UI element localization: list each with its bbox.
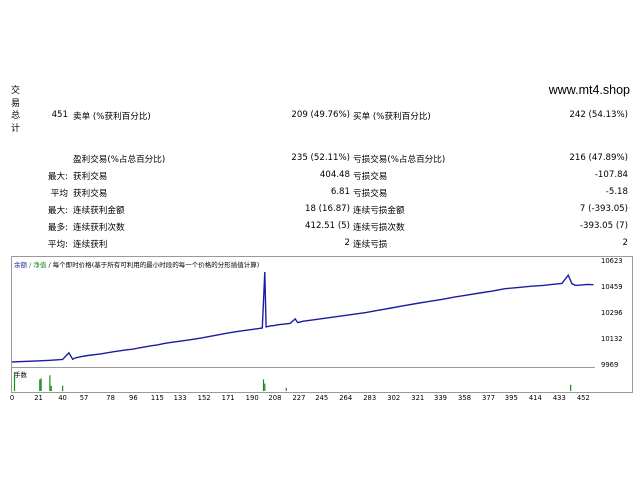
y-tick-label: 9969 xyxy=(601,361,619,369)
volume-bar xyxy=(49,375,51,392)
volume-bar xyxy=(50,385,52,392)
volume-bar xyxy=(39,379,41,391)
x-tick-label: 171 xyxy=(221,394,235,402)
x-tick-label: 264 xyxy=(339,394,353,402)
y-tick-label: 10623 xyxy=(601,257,623,265)
x-tick-label: 78 xyxy=(106,394,115,402)
x-tick-label: 358 xyxy=(458,394,472,402)
x-tick-label: 0 xyxy=(9,394,15,402)
x-tick-label: 339 xyxy=(434,394,448,402)
chart-plot xyxy=(11,271,594,392)
x-tick-label: 40 xyxy=(58,394,67,402)
x-tick-label: 414 xyxy=(528,394,542,402)
balance-line xyxy=(11,271,594,363)
volume-bar xyxy=(262,379,265,391)
volume-bar xyxy=(40,378,42,391)
y-tick-label: 10132 xyxy=(601,335,623,344)
x-tick-label: 227 xyxy=(292,394,306,402)
x-tick-label: 96 xyxy=(129,394,138,402)
x-tick-label: 377 xyxy=(482,394,496,402)
x-tick-label: 452 xyxy=(576,394,590,402)
x-tick-label: 321 xyxy=(411,394,425,402)
x-tick-label: 115 xyxy=(150,394,164,402)
y-tick-label: 10296 xyxy=(601,309,623,317)
x-tick-label: 133 xyxy=(173,394,187,402)
x-tick-label: 208 xyxy=(268,394,282,402)
x-tick-label: 433 xyxy=(552,394,566,402)
volume-bar xyxy=(62,385,64,392)
x-tick-label: 395 xyxy=(504,394,518,402)
x-tick-label: 283 xyxy=(363,394,377,402)
x-tick-label: 57 xyxy=(79,394,89,402)
y-tick-label: 10459 xyxy=(601,283,623,292)
x-tick-label: 190 xyxy=(245,394,259,402)
x-tick-label: 152 xyxy=(197,394,211,402)
volume-bar xyxy=(570,384,572,391)
x-tick-label: 21 xyxy=(34,394,43,402)
x-tick-label: 302 xyxy=(387,394,401,402)
volume-bar xyxy=(285,387,287,391)
volume-bar xyxy=(264,383,266,391)
x-tick-label: 245 xyxy=(315,394,329,402)
volume-bar xyxy=(13,372,16,391)
